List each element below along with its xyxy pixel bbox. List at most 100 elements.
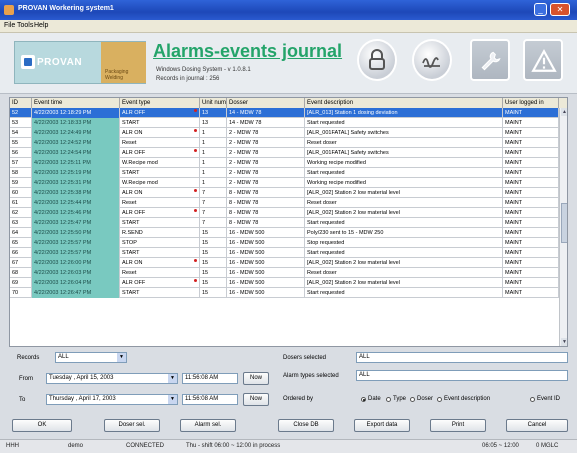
table-row[interactable]: 54 4/22/2003 12:24:49 PM ALR ON 1 2 - MDW 78…: [10, 128, 559, 138]
ok-button[interactable]: OK: [12, 419, 72, 432]
table-row[interactable]: 55 4/22/2003 12:24:52 PM Reset 1 2 - MDW 78 R…: [10, 138, 559, 148]
cell-id: 54: [10, 128, 32, 138]
col-event-time[interactable]: Event time: [32, 98, 120, 108]
dosers-selected-label: Dosers selected: [283, 355, 327, 361]
col-id[interactable]: ID: [10, 98, 32, 108]
from-time-picker[interactable]: 11:56:08 AM: [182, 373, 238, 384]
col-event-type[interactable]: Event type: [120, 98, 200, 108]
table-row[interactable]: 52 4/22/2003 12:18:29 PM ALR OFF 13 14 - MDW…: [10, 108, 559, 118]
col-doser[interactable]: Dosser: [227, 98, 305, 108]
cell-doser: 16 - MDW 500: [227, 278, 305, 288]
table-scrollbar[interactable]: ▲ ▼: [559, 108, 567, 346]
cell-user: MAINT: [503, 148, 559, 158]
from-now-button[interactable]: Now: [243, 372, 269, 385]
to-now-button[interactable]: Now: [243, 393, 269, 406]
table-row[interactable]: 68 4/22/2003 12:26:03 PM Reset 15 16 - MDW 5…: [10, 268, 559, 278]
dosers-selected-value: ALL: [359, 354, 370, 360]
cell-doser: 16 - MDW 500: [227, 288, 305, 298]
table-row[interactable]: 57 4/22/2003 12:25:11 PM W.Recipe mod 1 2 - …: [10, 158, 559, 168]
doser-sel-button[interactable]: Doser sel.: [104, 419, 160, 432]
calendar-dropdown-icon[interactable]: ▼: [168, 395, 177, 404]
dosers-selected-field: ALL: [356, 352, 568, 363]
col-event-description[interactable]: Event description: [305, 98, 503, 108]
cell-unit: 7: [200, 188, 227, 198]
to-date-picker[interactable]: Thursday , April 17, 2003 ▼: [46, 394, 178, 405]
print-button[interactable]: Print: [430, 419, 486, 432]
cell-type: Reset: [120, 268, 200, 278]
order-doser-radio[interactable]: [410, 397, 415, 402]
cell-time: 4/22/2003 12:25:38 PM: [32, 188, 120, 198]
alarm-flag-icon: [194, 109, 197, 112]
table-row[interactable]: 59 4/22/2003 12:25:31 PM W.Recipe mod 1 2 - …: [10, 178, 559, 188]
order-type-radio[interactable]: [386, 397, 391, 402]
close-window-button[interactable]: ✕: [550, 3, 570, 16]
status-left: HHH: [6, 443, 19, 449]
cell-desc: Start requested: [305, 168, 503, 178]
table-row[interactable]: 63 4/22/2003 12:25:47 PM START 7 8 - MDW 78 S…: [10, 218, 559, 228]
alarm-types-value: ALL: [359, 372, 370, 378]
order-date-radio[interactable]: [361, 397, 366, 402]
menu-tools[interactable]: Tools: [17, 22, 33, 29]
cell-unit: 1: [200, 168, 227, 178]
menu-file[interactable]: File: [4, 22, 15, 29]
table-row[interactable]: 69 4/22/2003 12:26:04 PM ALR OFF 15 16 - MDW…: [10, 278, 559, 288]
wrench-icon[interactable]: [470, 39, 510, 81]
table-row[interactable]: 65 4/22/2003 12:25:57 PM STOP 15 16 - MDW 50…: [10, 238, 559, 248]
cell-doser: 2 - MDW 78: [227, 168, 305, 178]
calendar-dropdown-icon[interactable]: ▼: [168, 374, 177, 383]
minimize-button[interactable]: _: [534, 3, 547, 16]
table-row[interactable]: 58 4/22/2003 12:25:19 PM START 1 2 - MDW 78 S…: [10, 168, 559, 178]
cell-user: MAINT: [503, 118, 559, 128]
table-row[interactable]: 56 4/22/2003 12:24:54 PM ALR OFF 1 2 - MDW 7…: [10, 148, 559, 158]
cell-type: START: [120, 118, 200, 128]
cancel-button[interactable]: Cancel: [506, 419, 568, 432]
export-data-button[interactable]: Export data: [354, 419, 410, 432]
order-type-label: Type: [393, 396, 407, 402]
cell-desc: Working recipe modified: [305, 158, 503, 168]
scroll-thumb[interactable]: [561, 203, 567, 243]
order-description-radio[interactable]: [437, 397, 442, 402]
cell-user: MAINT: [503, 138, 559, 148]
cell-unit: 1: [200, 148, 227, 158]
order-eventid-radio[interactable]: [530, 397, 535, 402]
col-unit-num[interactable]: Unit num: [200, 98, 227, 108]
from-label: From: [19, 376, 33, 382]
chevron-down-icon[interactable]: ▼: [117, 353, 126, 362]
table-row[interactable]: 67 4/22/2003 12:26:00 PM ALR ON 15 16 - MDW …: [10, 258, 559, 268]
lock-icon[interactable]: [357, 39, 397, 81]
cell-doser: 16 - MDW 500: [227, 228, 305, 238]
cell-type: ALR OFF: [120, 278, 200, 288]
cell-id: 65: [10, 238, 32, 248]
alarm-sel-button[interactable]: Alarm sel.: [180, 419, 236, 432]
cell-unit: 13: [200, 118, 227, 128]
logo-mark-icon: [21, 55, 35, 69]
cell-unit: 15: [200, 258, 227, 268]
from-date-picker[interactable]: Tuesday , April 15, 2003 ▼: [46, 373, 178, 384]
cell-doser: 14 - MDW 78: [227, 108, 305, 118]
records-select[interactable]: ALL ▼: [55, 352, 127, 363]
table-row[interactable]: 70 4/22/2003 12:26:47 PM START 15 16 - MDW 5…: [10, 288, 559, 298]
alarm-types-field: ALL: [356, 370, 568, 381]
scroll-up-icon[interactable]: ▲: [561, 108, 567, 116]
table-row[interactable]: 61 4/22/2003 12:25:44 PM Reset 7 8 - MDW 78 R…: [10, 198, 559, 208]
col-user[interactable]: User logged in: [503, 98, 559, 108]
cell-doser: 16 - MDW 500: [227, 248, 305, 258]
table-row[interactable]: 60 4/22/2003 12:25:38 PM ALR ON 7 8 - MDW 78…: [10, 188, 559, 198]
warning-icon[interactable]: [523, 39, 563, 81]
table-row[interactable]: 53 4/22/2003 12:18:33 PM START 13 14 - MDW 7…: [10, 118, 559, 128]
scroll-down-icon[interactable]: ▼: [561, 338, 567, 346]
status-code: 0 MGLC: [536, 443, 559, 449]
cell-user: MAINT: [503, 218, 559, 228]
cell-type: START: [120, 218, 200, 228]
cell-user: MAINT: [503, 108, 559, 118]
signature-icon[interactable]: [412, 39, 452, 81]
close-db-button[interactable]: Close DB: [278, 419, 334, 432]
cell-id: 52: [10, 108, 32, 118]
table-row[interactable]: 66 4/22/2003 12:25:57 PM START 15 16 - MDW 5…: [10, 248, 559, 258]
cell-desc: Poly/230 sent to 15 - MDW 250: [305, 228, 503, 238]
to-time-picker[interactable]: 11:56:08 AM: [182, 394, 238, 405]
table-row[interactable]: 62 4/22/2003 12:25:46 PM ALR OFF 7 8 - MDW 7…: [10, 208, 559, 218]
menu-help[interactable]: Help: [34, 22, 48, 29]
status-connection: CONNECTED: [126, 443, 165, 449]
table-row[interactable]: 64 4/22/2003 12:25:50 PM R.SEND 15 16 - MDW …: [10, 228, 559, 238]
